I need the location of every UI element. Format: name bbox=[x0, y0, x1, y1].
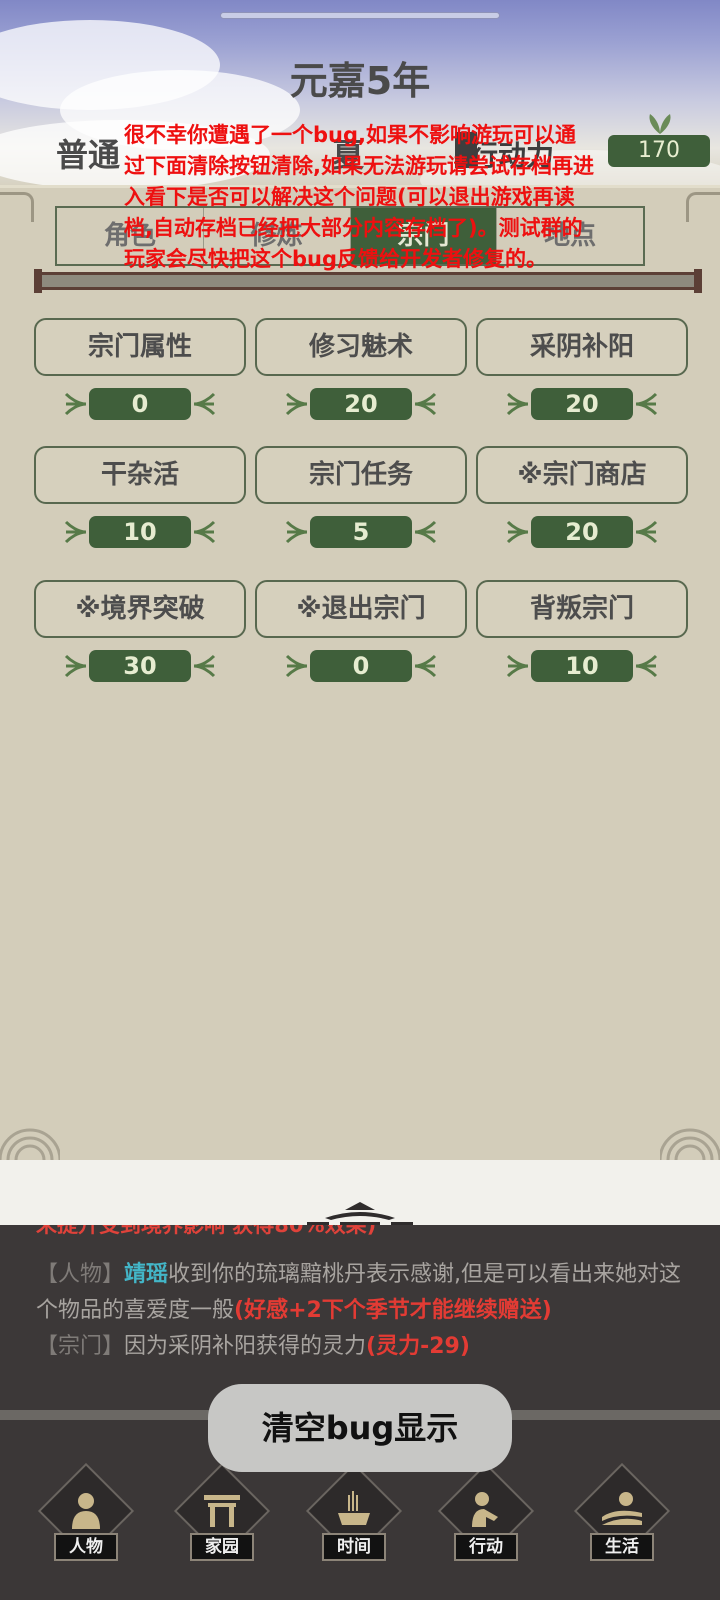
nav-time[interactable]: 时间 bbox=[304, 1462, 404, 1573]
action-card: 背叛宗门 10 bbox=[476, 580, 688, 710]
action-icon bbox=[472, 1492, 498, 1527]
corner-ornament-icon bbox=[0, 192, 34, 222]
log-lines: 【人物】靖瑶收到你的琉璃黯桃丹表示感谢,但是可以看出来她对这个物品的喜爱度一般(… bbox=[36, 1257, 686, 1365]
difficulty-mode: 普通 bbox=[56, 136, 121, 174]
leaf-left-icon bbox=[285, 392, 308, 416]
cost-badge: 0 bbox=[89, 388, 191, 420]
action-card: ※境界突破 30 bbox=[34, 580, 246, 710]
log-effect: (灵力-29) bbox=[366, 1334, 470, 1359]
sect-attributes-button[interactable]: 宗门属性 bbox=[34, 318, 246, 376]
log-entry: 【宗门】因为采阴补阳获得的灵力(灵力-29) bbox=[36, 1329, 686, 1365]
leaf-right-icon bbox=[635, 520, 658, 544]
cost-badge: 10 bbox=[89, 516, 191, 548]
leaf-left-icon bbox=[64, 392, 87, 416]
cost-badge: 10 bbox=[531, 650, 633, 682]
action-card: 采阴补阳 20 bbox=[476, 318, 688, 448]
action-card: 宗门任务 5 bbox=[255, 446, 467, 576]
log-tag: 【宗门】 bbox=[36, 1334, 125, 1359]
log-text: 因为采阴补阳获得的灵力 bbox=[124, 1334, 367, 1359]
cost-badge: 20 bbox=[310, 388, 412, 420]
landscape-icon bbox=[602, 1492, 642, 1525]
bug-notice: 很不幸你遭遇了一个bug,如果不影响游玩可以通过下面清除按钮清除,如果无法游玩请… bbox=[124, 123, 594, 271]
cost-badge: 20 bbox=[531, 516, 633, 548]
person-icon bbox=[72, 1493, 100, 1529]
nav-life[interactable]: 生活 bbox=[572, 1462, 672, 1573]
wave-ornament-icon bbox=[0, 1128, 60, 1160]
pagoda-roof-icon[interactable] bbox=[305, 1200, 415, 1226]
leaf-right-icon bbox=[414, 520, 437, 544]
leave-sect-button[interactable]: ※退出宗门 bbox=[255, 580, 467, 638]
sect-shop-button[interactable]: ※宗门商店 bbox=[476, 446, 688, 504]
nav-label: 生活 bbox=[590, 1533, 654, 1561]
cost-badge: 30 bbox=[89, 650, 191, 682]
gate-icon bbox=[204, 1495, 240, 1527]
log-line-partial: 未提升受到境界影响 获得80%效果) bbox=[36, 1225, 377, 1237]
wave-ornament-icon bbox=[660, 1128, 720, 1160]
practice-charm-button[interactable]: 修习魅术 bbox=[255, 318, 467, 376]
leaf-right-icon bbox=[635, 654, 658, 678]
leaf-right-icon bbox=[635, 392, 658, 416]
leaf-left-icon bbox=[506, 654, 529, 678]
leaf-right-icon bbox=[414, 392, 437, 416]
leaf-right-icon bbox=[193, 520, 216, 544]
nav-label: 行动 bbox=[454, 1533, 518, 1561]
character-name[interactable]: 靖瑶 bbox=[124, 1262, 168, 1287]
absorb-yin-button[interactable]: 采阴补阳 bbox=[476, 318, 688, 376]
nav-label: 家园 bbox=[190, 1533, 254, 1561]
log-effect: (好感+2下个季节才能继续赠送) bbox=[234, 1298, 552, 1323]
leaf-left-icon bbox=[506, 392, 529, 416]
nav-person[interactable]: 人物 bbox=[36, 1462, 136, 1573]
action-card: 宗门属性 0 bbox=[34, 318, 246, 448]
nav-label: 人物 bbox=[54, 1533, 118, 1561]
incense-icon bbox=[338, 1491, 370, 1525]
betray-sect-button[interactable]: 背叛宗门 bbox=[476, 580, 688, 638]
nav-label: 时间 bbox=[322, 1533, 386, 1561]
leaf-right-icon bbox=[193, 654, 216, 678]
chores-button[interactable]: 干杂活 bbox=[34, 446, 246, 504]
cost-badge: 0 bbox=[310, 650, 412, 682]
leaf-icon bbox=[649, 114, 671, 134]
drag-handle[interactable] bbox=[220, 12, 500, 19]
breakthrough-button[interactable]: ※境界突破 bbox=[34, 580, 246, 638]
leaf-left-icon bbox=[506, 520, 529, 544]
nav-home[interactable]: 家园 bbox=[172, 1462, 272, 1573]
corner-ornament-icon bbox=[686, 192, 720, 222]
cost-badge: 20 bbox=[531, 388, 633, 420]
leaf-right-icon bbox=[414, 654, 437, 678]
cost-badge: 5 bbox=[310, 516, 412, 548]
action-card: ※退出宗门 0 bbox=[255, 580, 467, 710]
year-title: 元嘉5年 bbox=[289, 59, 431, 103]
leaf-left-icon bbox=[285, 654, 308, 678]
action-card: 修习魅术 20 bbox=[255, 318, 467, 448]
sect-missions-button[interactable]: 宗门任务 bbox=[255, 446, 467, 504]
leaf-right-icon bbox=[193, 392, 216, 416]
clear-bug-button[interactable]: 清空bug显示 bbox=[208, 1384, 512, 1472]
log-tag: 【人物】 bbox=[36, 1262, 125, 1287]
nav-action[interactable]: 行动 bbox=[436, 1462, 536, 1573]
action-card: 干杂活 10 bbox=[34, 446, 246, 576]
leaf-left-icon bbox=[64, 520, 87, 544]
log-entry: 【人物】靖瑶收到你的琉璃黯桃丹表示感谢,但是可以看出来她对这个物品的喜爱度一般(… bbox=[36, 1257, 686, 1329]
action-card: ※宗门商店 20 bbox=[476, 446, 688, 576]
leaf-left-icon bbox=[64, 654, 87, 678]
action-points-value: 170 bbox=[608, 135, 710, 167]
leaf-left-icon bbox=[285, 520, 308, 544]
